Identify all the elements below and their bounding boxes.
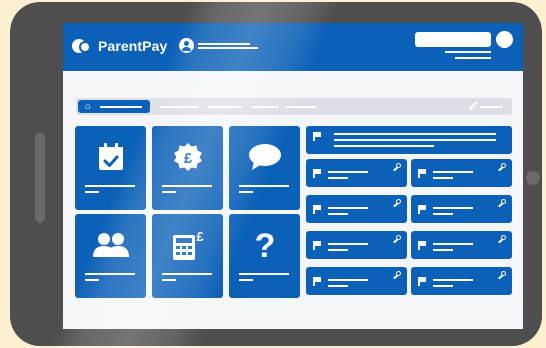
flag-icon — [313, 132, 322, 141]
question-glyph: ? — [254, 229, 275, 261]
list-item[interactable] — [411, 231, 512, 259]
header-profile-avatar[interactable] — [496, 31, 513, 48]
flag-icon — [313, 241, 322, 250]
list-item[interactable] — [411, 267, 512, 295]
user-menu[interactable] — [179, 38, 258, 53]
help-icon: ? — [229, 229, 300, 261]
pound-glyph: £ — [183, 150, 192, 167]
key-icon — [498, 235, 506, 243]
key-icon — [393, 271, 401, 279]
breadcrumb-segment[interactable] — [208, 106, 242, 108]
edit-icon[interactable] — [469, 101, 477, 111]
header-text-line — [445, 51, 491, 53]
list-item[interactable] — [306, 195, 407, 223]
breadcrumb-segment[interactable] — [286, 106, 316, 108]
flag-icon — [313, 277, 322, 286]
people-icon — [75, 230, 146, 260]
tile-payments[interactable]: £ — [152, 126, 223, 210]
tablet-camera — [526, 171, 540, 185]
calculator-icon: £ — [152, 229, 223, 260]
flag-icon — [418, 241, 427, 250]
key-icon — [498, 163, 506, 171]
breadcrumb-segment[interactable] — [160, 106, 198, 108]
user-name-placeholder — [198, 42, 258, 49]
key-icon — [498, 199, 506, 207]
header-text-line — [455, 57, 491, 59]
tile-children[interactable] — [75, 214, 146, 298]
breadcrumb: ⌂ — [76, 98, 512, 115]
chat-bubble-icon — [229, 142, 300, 172]
user-avatar-icon — [179, 38, 194, 53]
tablet-home-button — [35, 133, 45, 223]
breadcrumb-home[interactable]: ⌂ — [78, 100, 150, 113]
brand[interactable]: ParentPay — [72, 37, 167, 55]
flag-icon — [313, 169, 322, 178]
list-item[interactable] — [306, 231, 407, 259]
parentpay-logo-icon — [72, 37, 92, 55]
tile-help[interactable]: ? — [229, 214, 300, 298]
pound-glyph: £ — [196, 229, 204, 244]
tile-calendar[interactable] — [75, 126, 146, 210]
tile-calculator[interactable]: £ — [152, 214, 223, 298]
pound-badge-icon: £ — [152, 142, 223, 172]
calendar-icon — [75, 142, 146, 172]
breadcrumb-segment[interactable] — [252, 106, 278, 108]
header-account-button[interactable] — [415, 32, 491, 47]
tile-messages[interactable] — [229, 126, 300, 210]
key-icon — [498, 271, 506, 279]
list-item[interactable] — [411, 159, 512, 187]
flag-icon — [418, 277, 427, 286]
key-icon — [393, 163, 401, 171]
notice-banner[interactable] — [306, 126, 512, 154]
key-icon — [393, 199, 401, 207]
breadcrumb-home-label — [100, 106, 142, 108]
breadcrumb-edit-label — [480, 106, 502, 108]
flag-icon — [313, 205, 322, 214]
list-item[interactable] — [411, 195, 512, 223]
app-header: ParentPay — [63, 23, 523, 71]
home-icon: ⌂ — [85, 101, 92, 112]
brand-name: ParentPay — [98, 38, 168, 54]
tablet-screen: ParentPay ⌂ £ £ ? — [63, 23, 523, 329]
tablet-frame: ParentPay ⌂ £ £ ? — [10, 2, 542, 346]
flag-icon — [418, 205, 427, 214]
list-item[interactable] — [306, 267, 407, 295]
list-item[interactable] — [306, 159, 407, 187]
flag-icon — [418, 169, 427, 178]
key-icon — [393, 235, 401, 243]
